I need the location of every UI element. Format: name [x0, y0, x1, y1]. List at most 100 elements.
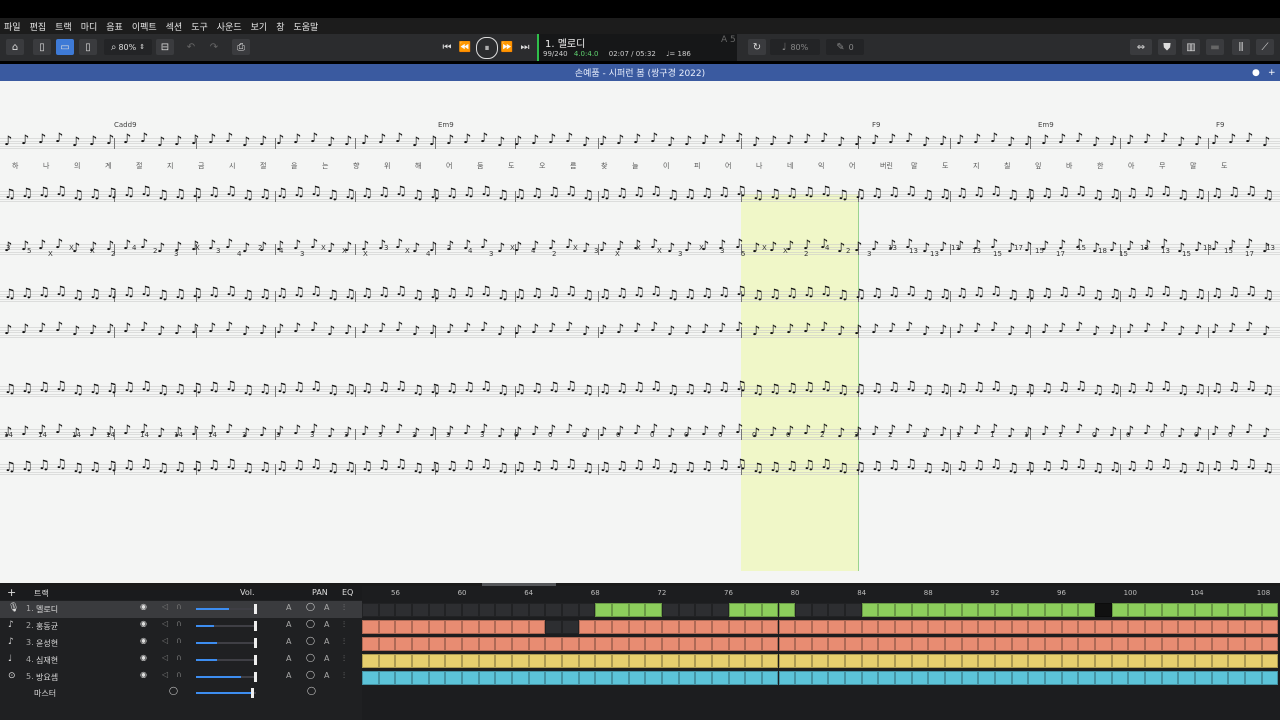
note[interactable]: ♪ — [684, 135, 692, 148]
note[interactable]: ♪ — [769, 426, 777, 439]
timeline-cell[interactable] — [461, 603, 479, 617]
note[interactable]: ♫ — [208, 186, 220, 199]
note[interactable]: ♪ — [1194, 135, 1202, 148]
note[interactable]: ♪ — [973, 133, 981, 146]
timeline-cell[interactable] — [478, 654, 496, 668]
timeline-cell[interactable] — [645, 637, 662, 651]
auto-icon[interactable]: A — [286, 671, 291, 680]
tab-number[interactable]: 1 — [956, 431, 960, 439]
note[interactable]: ♪ — [956, 134, 964, 147]
note[interactable]: ♪ — [38, 133, 46, 146]
note[interactable]: ♪ — [667, 242, 675, 255]
timeline-cell[interactable] — [1244, 671, 1262, 685]
note[interactable]: ♪ — [837, 136, 845, 149]
note[interactable]: ♫ — [905, 185, 917, 198]
menu-sound[interactable]: 사운드 — [217, 20, 242, 33]
note[interactable]: ♪ — [735, 423, 743, 436]
note[interactable]: ♪ — [514, 324, 522, 337]
note[interactable]: ♫ — [259, 288, 271, 301]
timeline-cell[interactable] — [1145, 603, 1162, 617]
note[interactable]: ♪ — [38, 239, 46, 252]
timeline-cell[interactable] — [695, 637, 712, 651]
timeline-cell[interactable] — [795, 654, 812, 668]
note[interactable]: ♫ — [208, 286, 220, 299]
timeline-cell[interactable] — [728, 671, 746, 685]
headphones-icon[interactable]: ∩ — [176, 602, 182, 611]
note[interactable]: ♫ — [769, 461, 781, 474]
timeline-cell[interactable] — [561, 671, 579, 685]
note[interactable]: ♪ — [242, 242, 250, 255]
note[interactable]: ♫ — [242, 289, 254, 302]
note[interactable]: ♫ — [1126, 382, 1138, 395]
tab-number[interactable]: 3 — [489, 250, 493, 258]
note[interactable]: ♫ — [667, 384, 679, 397]
tab-number[interactable]: 14 — [140, 431, 149, 439]
note[interactable]: ♪ — [327, 242, 335, 255]
note[interactable]: ♫ — [191, 382, 203, 395]
note[interactable]: ♫ — [55, 285, 67, 298]
note[interactable]: ♪ — [803, 424, 811, 437]
timeline-cell[interactable] — [1161, 671, 1179, 685]
tab-number[interactable]: X — [510, 244, 515, 252]
timeline-cell[interactable] — [778, 620, 796, 634]
note[interactable]: ♫ — [565, 285, 577, 298]
note[interactable]: ♪ — [701, 425, 709, 438]
timeline-cell[interactable] — [895, 637, 912, 651]
timeline-cell[interactable] — [611, 603, 629, 617]
timeline-cell[interactable] — [795, 620, 812, 634]
note[interactable]: ♫ — [973, 286, 985, 299]
timeline-cell[interactable] — [895, 603, 912, 617]
timeline-cell[interactable] — [445, 637, 462, 651]
note[interactable]: ♫ — [803, 459, 815, 472]
master-pan-knob-icon[interactable]: ◯ — [307, 686, 316, 695]
tab-number[interactable]: 14 — [38, 431, 47, 439]
note[interactable]: ♫ — [344, 188, 356, 201]
note[interactable]: ♫ — [769, 383, 781, 396]
note[interactable]: ♪ — [55, 423, 63, 436]
note[interactable]: ♫ — [1092, 189, 1104, 202]
note[interactable]: ♫ — [123, 459, 135, 472]
timeline-cell[interactable] — [1095, 654, 1112, 668]
note[interactable]: ♫ — [174, 288, 186, 301]
note[interactable]: ♪ — [990, 321, 998, 334]
timeline-cell[interactable] — [395, 603, 412, 617]
tab-number[interactable]: 0 — [1228, 431, 1232, 439]
timeline-cell[interactable] — [678, 637, 696, 651]
timeline-cell[interactable] — [1261, 671, 1279, 685]
timeline-cell[interactable] — [1195, 671, 1212, 685]
note[interactable]: ♪ — [1041, 323, 1049, 336]
timeline-cell[interactable] — [911, 637, 929, 651]
note[interactable]: ♫ — [1024, 188, 1036, 201]
note[interactable]: ♪ — [1211, 240, 1219, 253]
note[interactable]: ♪ — [293, 322, 301, 335]
note[interactable]: ♪ — [854, 324, 862, 337]
timeline-cell[interactable] — [761, 654, 779, 668]
tab-number[interactable]: 0 — [514, 431, 518, 439]
note[interactable]: ♫ — [327, 289, 339, 302]
note[interactable]: ♫ — [429, 383, 441, 396]
timeline-cell[interactable] — [411, 671, 429, 685]
tab-number[interactable]: 13 — [1140, 244, 1149, 252]
current-track-name[interactable]: 1. 멜로디 — [545, 35, 585, 50]
note[interactable]: ♫ — [905, 285, 917, 298]
note[interactable]: ♪ — [1075, 423, 1083, 436]
view-mode-button[interactable]: ⊟ — [156, 39, 174, 55]
timeline-cell[interactable] — [861, 603, 879, 617]
note[interactable]: ♪ — [293, 424, 301, 437]
timeline-cell[interactable] — [495, 654, 512, 668]
note[interactable]: ♪ — [582, 325, 590, 338]
note[interactable]: ♪ — [140, 238, 148, 251]
timeline-cell[interactable] — [911, 603, 929, 617]
note[interactable]: ♪ — [1092, 325, 1100, 338]
eq-icon[interactable]: ⫶ — [343, 603, 345, 613]
note[interactable]: ♪ — [157, 325, 165, 338]
menu-file[interactable]: 파일 — [4, 20, 21, 33]
timeline-cell[interactable] — [511, 637, 529, 651]
timeline-cell[interactable] — [1178, 671, 1195, 685]
timeline-cell[interactable] — [595, 671, 612, 685]
tab-number[interactable]: X — [405, 247, 410, 255]
pan-knob-icon[interactable]: ◯ — [306, 636, 315, 645]
note[interactable]: ♫ — [582, 384, 594, 397]
note[interactable]: ♫ — [446, 460, 458, 473]
note[interactable]: ♫ — [531, 287, 543, 300]
